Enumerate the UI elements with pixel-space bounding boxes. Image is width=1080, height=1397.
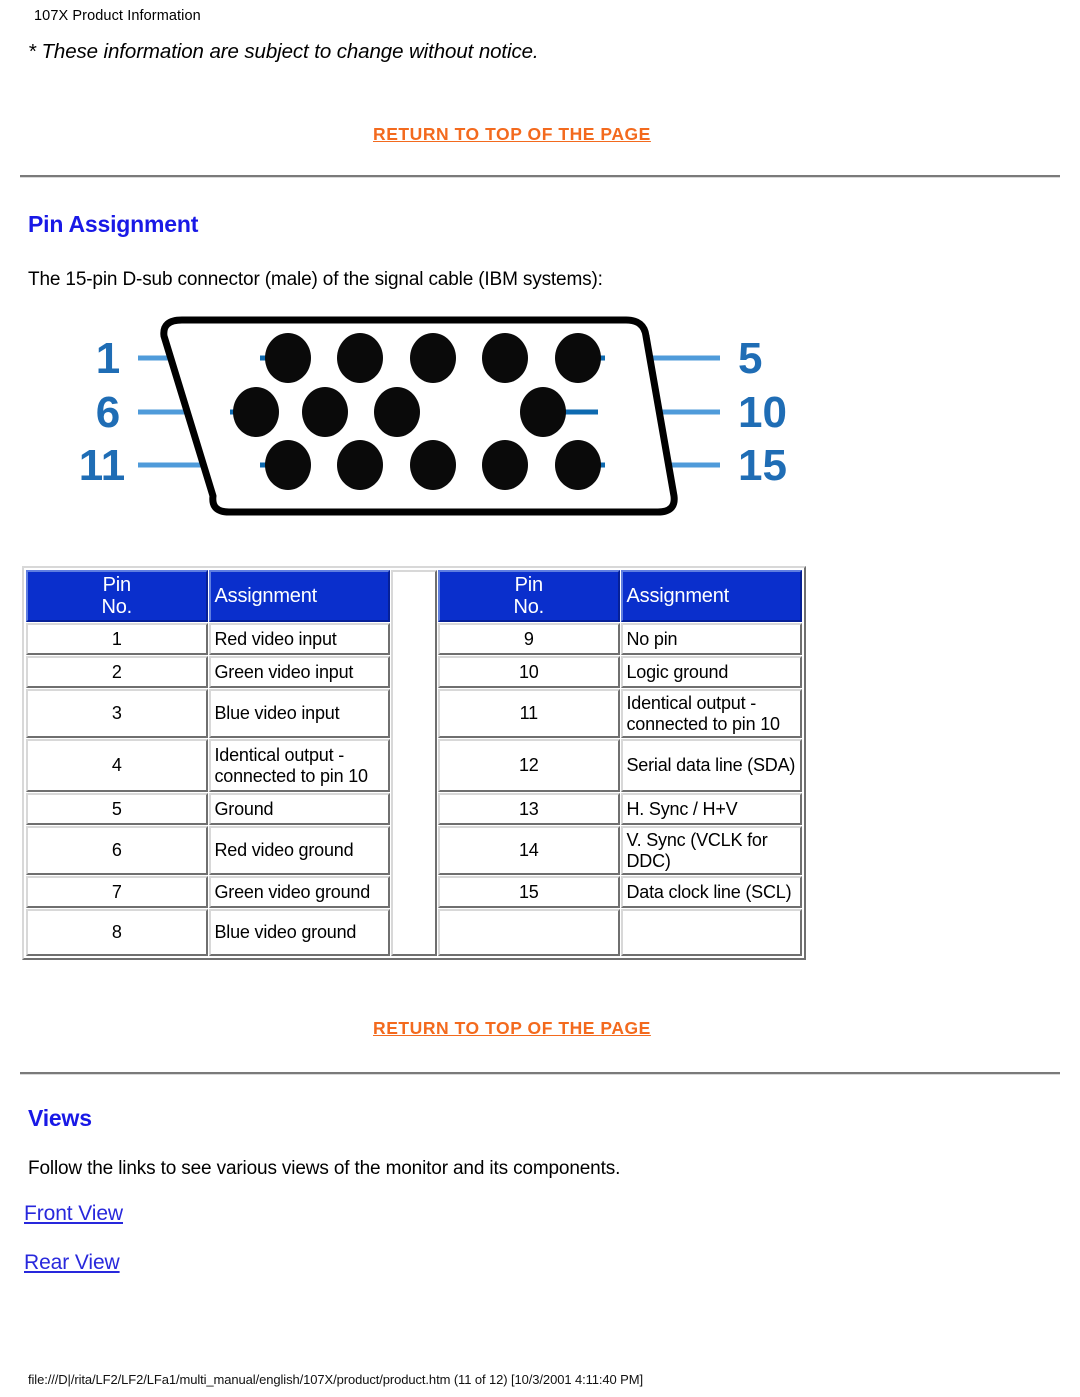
return-to-top-link-2[interactable]: RETURN TO TOP OF THE PAGE (373, 1018, 651, 1039)
cell-pin-no: 9 (438, 623, 620, 655)
views-title: Views (28, 1105, 92, 1131)
cell-assignment: No pin (620, 623, 802, 655)
header-pin-line1: Pin (102, 574, 132, 596)
divider-rule-bottom (20, 1072, 1060, 1075)
pin-label-6: 6 (96, 388, 120, 437)
cell-assignment: Serial data line (SDA) (620, 739, 802, 793)
front-view-link[interactable]: Front View (24, 1202, 123, 1226)
return-to-top-link-1[interactable]: RETURN TO TOP OF THE PAGE (373, 124, 651, 145)
cell-assignment: Identical output - connected to pin 10 (620, 689, 802, 739)
cell-assignment: Data clock line (SCL) (620, 876, 802, 909)
cell-pin-no: 11 (438, 689, 620, 739)
cell-pin-no: 14 (438, 826, 620, 876)
cell-pin-no: 3 (26, 689, 208, 739)
header-pin-line2-right: No. (513, 596, 545, 618)
header-assignment-right: Assignment (620, 570, 802, 622)
cell-assignment: Green video ground (208, 876, 390, 909)
footer-file-path: file:///D|/rita/LF2/LF2/LFa1/multi_manua… (28, 1372, 643, 1387)
cell-pin-no: 10 (438, 656, 620, 688)
cell-assignment: Identical output - connected to pin 10 (208, 739, 390, 793)
cell-pin-no: 15 (438, 876, 620, 909)
cell-assignment: Green video input (208, 656, 390, 688)
cell-pin-no (438, 909, 620, 957)
cell-assignment (620, 909, 802, 957)
pin-assignment-intro: The 15-pin D-sub connector (male) of the… (28, 269, 603, 290)
pin-label-1: 1 (96, 334, 120, 383)
cell-assignment: V. Sync (VCLK for DDC) (620, 826, 802, 876)
table-header-row: Pin No. Assignment Pin No. Assignment (26, 570, 802, 957)
cell-pin-no: 4 (26, 739, 208, 793)
cell-pin-no: 7 (26, 876, 208, 909)
cell-assignment: Logic ground (620, 656, 802, 688)
cell-pin-no: 6 (26, 826, 208, 876)
cell-pin-no: 1 (26, 623, 208, 655)
table-spacer-column (391, 570, 437, 957)
pin-label-15: 15 (738, 441, 787, 490)
dsub-connector-diagram: 1 6 11 5 10 15 (60, 300, 800, 550)
cell-pin-no: 13 (438, 793, 620, 826)
pin-assignment-table-wrapper: Pin No. Assignment Pin No. Assignment 1 … (22, 566, 806, 961)
cell-assignment: Blue video input (208, 689, 390, 739)
cell-assignment: H. Sync / H+V (620, 793, 802, 826)
header-pin-no-left: Pin No. (26, 570, 208, 622)
cell-pin-no: 2 (26, 656, 208, 688)
cell-assignment: Blue video ground (208, 909, 390, 957)
cell-assignment: Red video ground (208, 826, 390, 876)
header-pin-no-right: Pin No. (438, 570, 620, 622)
cell-assignment: Red video input (208, 623, 390, 655)
views-intro: Follow the links to see various views of… (28, 1158, 621, 1179)
cell-assignment: Ground (208, 793, 390, 826)
pin-label-10: 10 (738, 388, 787, 437)
cell-pin-no: 5 (26, 793, 208, 826)
page-title: Pin Assignment (28, 211, 199, 237)
header-assignment-left: Assignment (208, 570, 390, 622)
change-notice: * These information are subject to chang… (28, 40, 539, 63)
pin-label-11: 11 (79, 441, 126, 490)
pin-assignment-table: Pin No. Assignment Pin No. Assignment 1 … (25, 569, 803, 957)
divider-rule-top (20, 175, 1060, 178)
cell-pin-no: 12 (438, 739, 620, 793)
page-label: 107X Product Information (34, 8, 201, 24)
rear-view-link[interactable]: Rear View (24, 1251, 120, 1275)
cell-pin-no: 8 (26, 909, 208, 957)
header-pin-line1-right: Pin (514, 574, 544, 596)
pin-label-5: 5 (738, 334, 762, 383)
header-pin-line2: No. (101, 596, 133, 618)
